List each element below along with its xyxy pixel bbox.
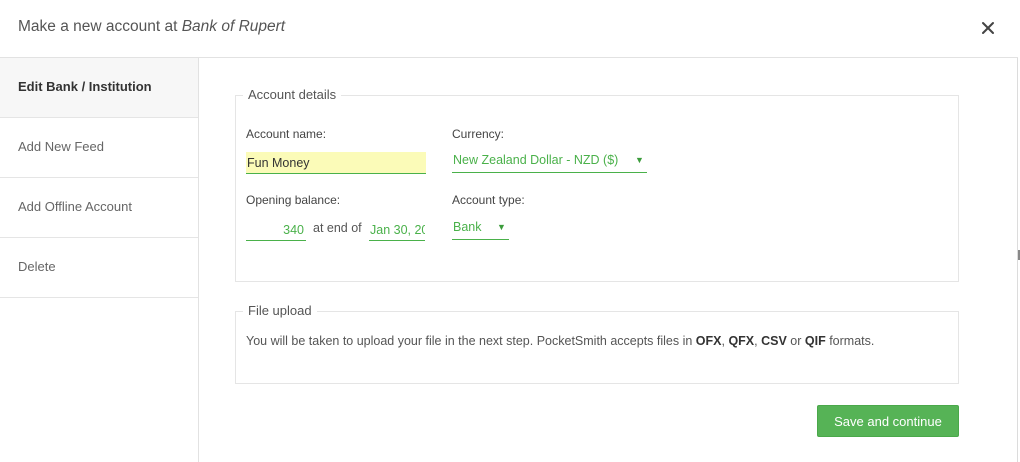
format-qfx: QFX [728, 334, 755, 348]
account-name-input[interactable] [246, 152, 426, 174]
sidebar-item-add-new-feed[interactable]: Add New Feed [0, 118, 198, 178]
save-and-continue-button[interactable]: Save and continue [817, 405, 959, 437]
title-prefix: Make a new account at [18, 18, 182, 35]
sidebar: Edit Bank / Institution Add New Feed Add… [0, 58, 199, 462]
format-ofx: OFX [695, 334, 722, 348]
upload-text-intro: You will be taken to upload your file in… [246, 334, 696, 348]
sidebar-item-delete[interactable]: Delete [0, 238, 198, 298]
account-name-label: Account name: [246, 127, 327, 141]
opening-balance-label: Opening balance: [246, 193, 341, 207]
currency-select[interactable]: New Zealand Dollar - NZD ($) ▼ [452, 151, 647, 173]
format-csv: CSV [761, 334, 787, 348]
currency-value: New Zealand Dollar - NZD ($) [453, 153, 619, 167]
format-qif: QIF [804, 334, 826, 348]
account-type-select[interactable]: Bank ▼ [452, 218, 509, 240]
sidebar-item-add-offline-account[interactable]: Add Offline Account [0, 178, 198, 238]
account-details-legend: Account details [243, 87, 342, 102]
new-account-modal: Make a new account at Bank of Rupert Edi… [0, 0, 1018, 462]
currency-label: Currency: [452, 127, 505, 141]
bank-name: Bank of Rupert [181, 18, 286, 35]
sidebar-item-edit-bank[interactable]: Edit Bank / Institution [0, 58, 198, 118]
upload-text-outro: formats. [825, 334, 875, 348]
file-upload-description: You will be taken to upload your file in… [246, 334, 874, 348]
modal-title: Make a new account at Bank of Rupert [18, 18, 285, 36]
modal-header: Make a new account at Bank of Rupert [0, 0, 1018, 58]
triangle-down-icon: ▼ [497, 222, 506, 232]
triangle-down-icon: ▼ [635, 155, 644, 165]
at-end-of-text: at end of [313, 221, 362, 235]
close-button[interactable] [977, 17, 999, 39]
format-separator: or [786, 334, 805, 348]
account-type-label: Account type: [452, 193, 525, 207]
account-details-fieldset [235, 95, 959, 282]
close-icon [982, 22, 994, 34]
opening-balance-input[interactable] [246, 219, 306, 241]
account-type-value: Bank [453, 220, 482, 234]
balance-date-input[interactable] [369, 219, 425, 241]
file-upload-legend: File upload [243, 303, 317, 318]
